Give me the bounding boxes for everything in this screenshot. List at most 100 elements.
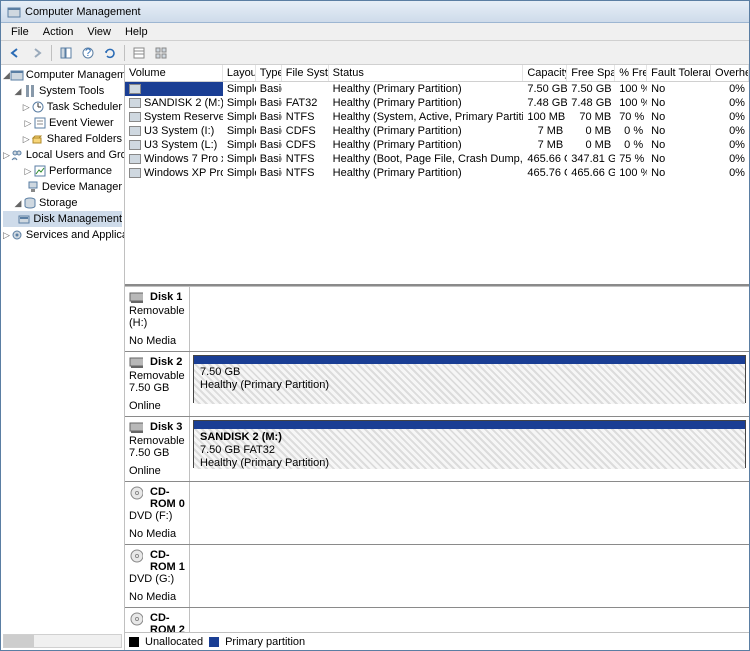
volume-list[interactable]: Volume Layout Type File System Status Ca… xyxy=(125,65,749,286)
expander-icon[interactable]: ◢ xyxy=(13,86,23,97)
expander-icon[interactable]: ▷ xyxy=(3,150,10,161)
perf-icon xyxy=(33,164,47,178)
share-icon xyxy=(31,132,45,146)
volume-row[interactable]: U3 System (I:)SimpleBasicCDFSHealthy (Pr… xyxy=(125,124,749,138)
toolbar: ? xyxy=(1,41,749,65)
menu-file[interactable]: File xyxy=(5,25,35,39)
toolbar-separator xyxy=(124,45,125,61)
tree-item[interactable]: Device Manager xyxy=(3,179,122,195)
disk-body: SANDISK 2 (M:)7.50 GB FAT32Healthy (Prim… xyxy=(190,417,749,481)
legend-primary: Primary partition xyxy=(225,636,305,648)
disk-sub1: Removable (H:) xyxy=(129,305,185,329)
expander-icon[interactable]: ▷ xyxy=(22,102,31,113)
menu-action[interactable]: Action xyxy=(37,25,80,39)
hdd-icon xyxy=(129,291,147,305)
disk-body xyxy=(190,482,749,544)
tree-item[interactable]: ▷Services and Applications xyxy=(3,227,122,243)
tree-label: Device Manager xyxy=(42,181,122,193)
partition-size: 7.50 GB FAT32 xyxy=(200,444,739,456)
col-free[interactable]: Free Space xyxy=(567,65,615,81)
tree-item[interactable]: ▷ Task Scheduler xyxy=(3,99,122,115)
menu-help[interactable]: Help xyxy=(119,25,154,39)
volume-row[interactable]: SimpleBasicHealthy (Primary Partition)7.… xyxy=(125,82,749,96)
back-button[interactable] xyxy=(5,43,25,63)
volume-icon xyxy=(129,154,141,164)
col-layout[interactable]: Layout xyxy=(223,65,256,81)
hdd-icon xyxy=(129,356,147,370)
tree-label: Computer Management (Local xyxy=(26,69,125,81)
tree-label: Event Viewer xyxy=(49,117,114,129)
svg-text:?: ? xyxy=(85,47,91,59)
col-fault-tolerance[interactable]: Fault Tolerance xyxy=(647,65,711,81)
tree-item[interactable]: ▷ Event Viewer xyxy=(3,115,122,131)
refresh-button[interactable] xyxy=(100,43,120,63)
disk-row[interactable]: Disk 2Removable7.50 GBOnline7.50 GBHealt… xyxy=(125,352,749,417)
forward-button[interactable] xyxy=(27,43,47,63)
volume-row[interactable]: SANDISK 2 (M:)SimpleBasicFAT32Healthy (P… xyxy=(125,96,749,110)
col-status[interactable]: Status xyxy=(329,65,524,81)
menu-view[interactable]: View xyxy=(81,25,117,39)
col-type[interactable]: Type xyxy=(256,65,282,81)
scrollbar-thumb[interactable] xyxy=(4,635,34,647)
disk-name: Disk 3 xyxy=(150,421,182,433)
expander-icon[interactable]: ◢ xyxy=(3,70,10,81)
tree-item[interactable]: ▷Local Users and Groups xyxy=(3,147,122,163)
app-icon xyxy=(7,5,21,19)
legend: Unallocated Primary partition xyxy=(125,632,749,650)
disk-map[interactable]: Disk 1Removable (H:)No MediaDisk 2Remova… xyxy=(125,286,749,632)
tree-item[interactable]: ▷Shared Folders xyxy=(3,131,122,147)
tree-item[interactable]: Disk Management xyxy=(3,211,122,227)
expander-icon[interactable]: ▷ xyxy=(23,166,33,177)
disk-label: CD-ROM 2CD-ROM (E:)No Media xyxy=(125,608,190,632)
cd-icon xyxy=(129,486,147,500)
volume-columns[interactable]: Volume Layout Type File System Status Ca… xyxy=(125,65,749,82)
col-volume[interactable]: Volume xyxy=(125,65,223,81)
volume-row[interactable]: U3 System (L:)SimpleBasicCDFSHealthy (Pr… xyxy=(125,138,749,152)
disk-row[interactable]: CD-ROM 1DVD (G:)No Media xyxy=(125,545,749,608)
menubar: File Action View Help xyxy=(1,23,749,41)
expander-icon[interactable]: ▷ xyxy=(23,118,33,129)
disk-row[interactable]: CD-ROM 0DVD (F:)No Media xyxy=(125,482,749,545)
services-icon xyxy=(10,228,24,242)
nav-tree[interactable]: ◢Computer Management (Local◢System Tools… xyxy=(1,65,125,650)
expander-icon[interactable]: ▷ xyxy=(22,134,31,145)
disk-row[interactable]: Disk 3Removable7.50 GBOnlineSANDISK 2 (M… xyxy=(125,417,749,482)
disk-sub1: Removable xyxy=(129,435,185,447)
tree-item[interactable]: ▷Performance xyxy=(3,163,122,179)
disk-row[interactable]: CD-ROM 2CD-ROM (E:)No Media xyxy=(125,608,749,632)
disk-sub2: 7.50 GB xyxy=(129,382,169,394)
hdd-icon xyxy=(129,421,147,435)
partition[interactable]: SANDISK 2 (M:)7.50 GB FAT32Healthy (Prim… xyxy=(193,420,746,468)
legend-swatch-unallocated xyxy=(129,637,139,647)
legend-unallocated: Unallocated xyxy=(145,636,203,648)
partition-header xyxy=(194,421,745,429)
tree-label: Task Scheduler xyxy=(47,101,122,113)
partition-status: Healthy (Primary Partition) xyxy=(200,379,739,391)
expander-icon[interactable]: ▷ xyxy=(3,230,10,241)
tree-item[interactable]: ◢ Computer Management (Local xyxy=(3,67,122,83)
tree-scrollbar[interactable] xyxy=(3,634,122,648)
col-overhead[interactable]: Overhead xyxy=(711,65,749,81)
expander-icon[interactable]: ◢ xyxy=(13,198,23,209)
volume-row[interactable]: System ReservedSimpleBasicNTFSHealthy (S… xyxy=(125,110,749,124)
legend-swatch-primary xyxy=(209,637,219,647)
disk-label: CD-ROM 1DVD (G:)No Media xyxy=(125,545,190,607)
col-capacity[interactable]: Capacity xyxy=(523,65,567,81)
tree-label: Disk Management xyxy=(33,213,122,225)
disk-sub3: No Media xyxy=(129,528,176,540)
col-filesystem[interactable]: File System xyxy=(282,65,329,81)
disk-row[interactable]: Disk 1Removable (H:)No Media xyxy=(125,287,749,352)
list-view-button[interactable] xyxy=(129,43,149,63)
tree-item[interactable]: ◢Storage xyxy=(3,195,122,211)
show-hide-tree-button[interactable] xyxy=(56,43,76,63)
disk-sub3: Online xyxy=(129,465,161,477)
disk-name: CD-ROM 2 xyxy=(150,612,185,632)
col-pct-free[interactable]: % Free xyxy=(615,65,647,81)
volume-row[interactable]: Windows 7 Pro x64 (C:)SimpleBasicNTFSHea… xyxy=(125,152,749,166)
help-button[interactable]: ? xyxy=(78,43,98,63)
tree-item[interactable]: ◢System Tools xyxy=(3,83,122,99)
tile-view-button[interactable] xyxy=(151,43,171,63)
partition[interactable]: 7.50 GBHealthy (Primary Partition) xyxy=(193,355,746,403)
volume-row[interactable]: Windows XP Pro x64 (D:)SimpleBasicNTFSHe… xyxy=(125,166,749,180)
toolbar-separator xyxy=(51,45,52,61)
